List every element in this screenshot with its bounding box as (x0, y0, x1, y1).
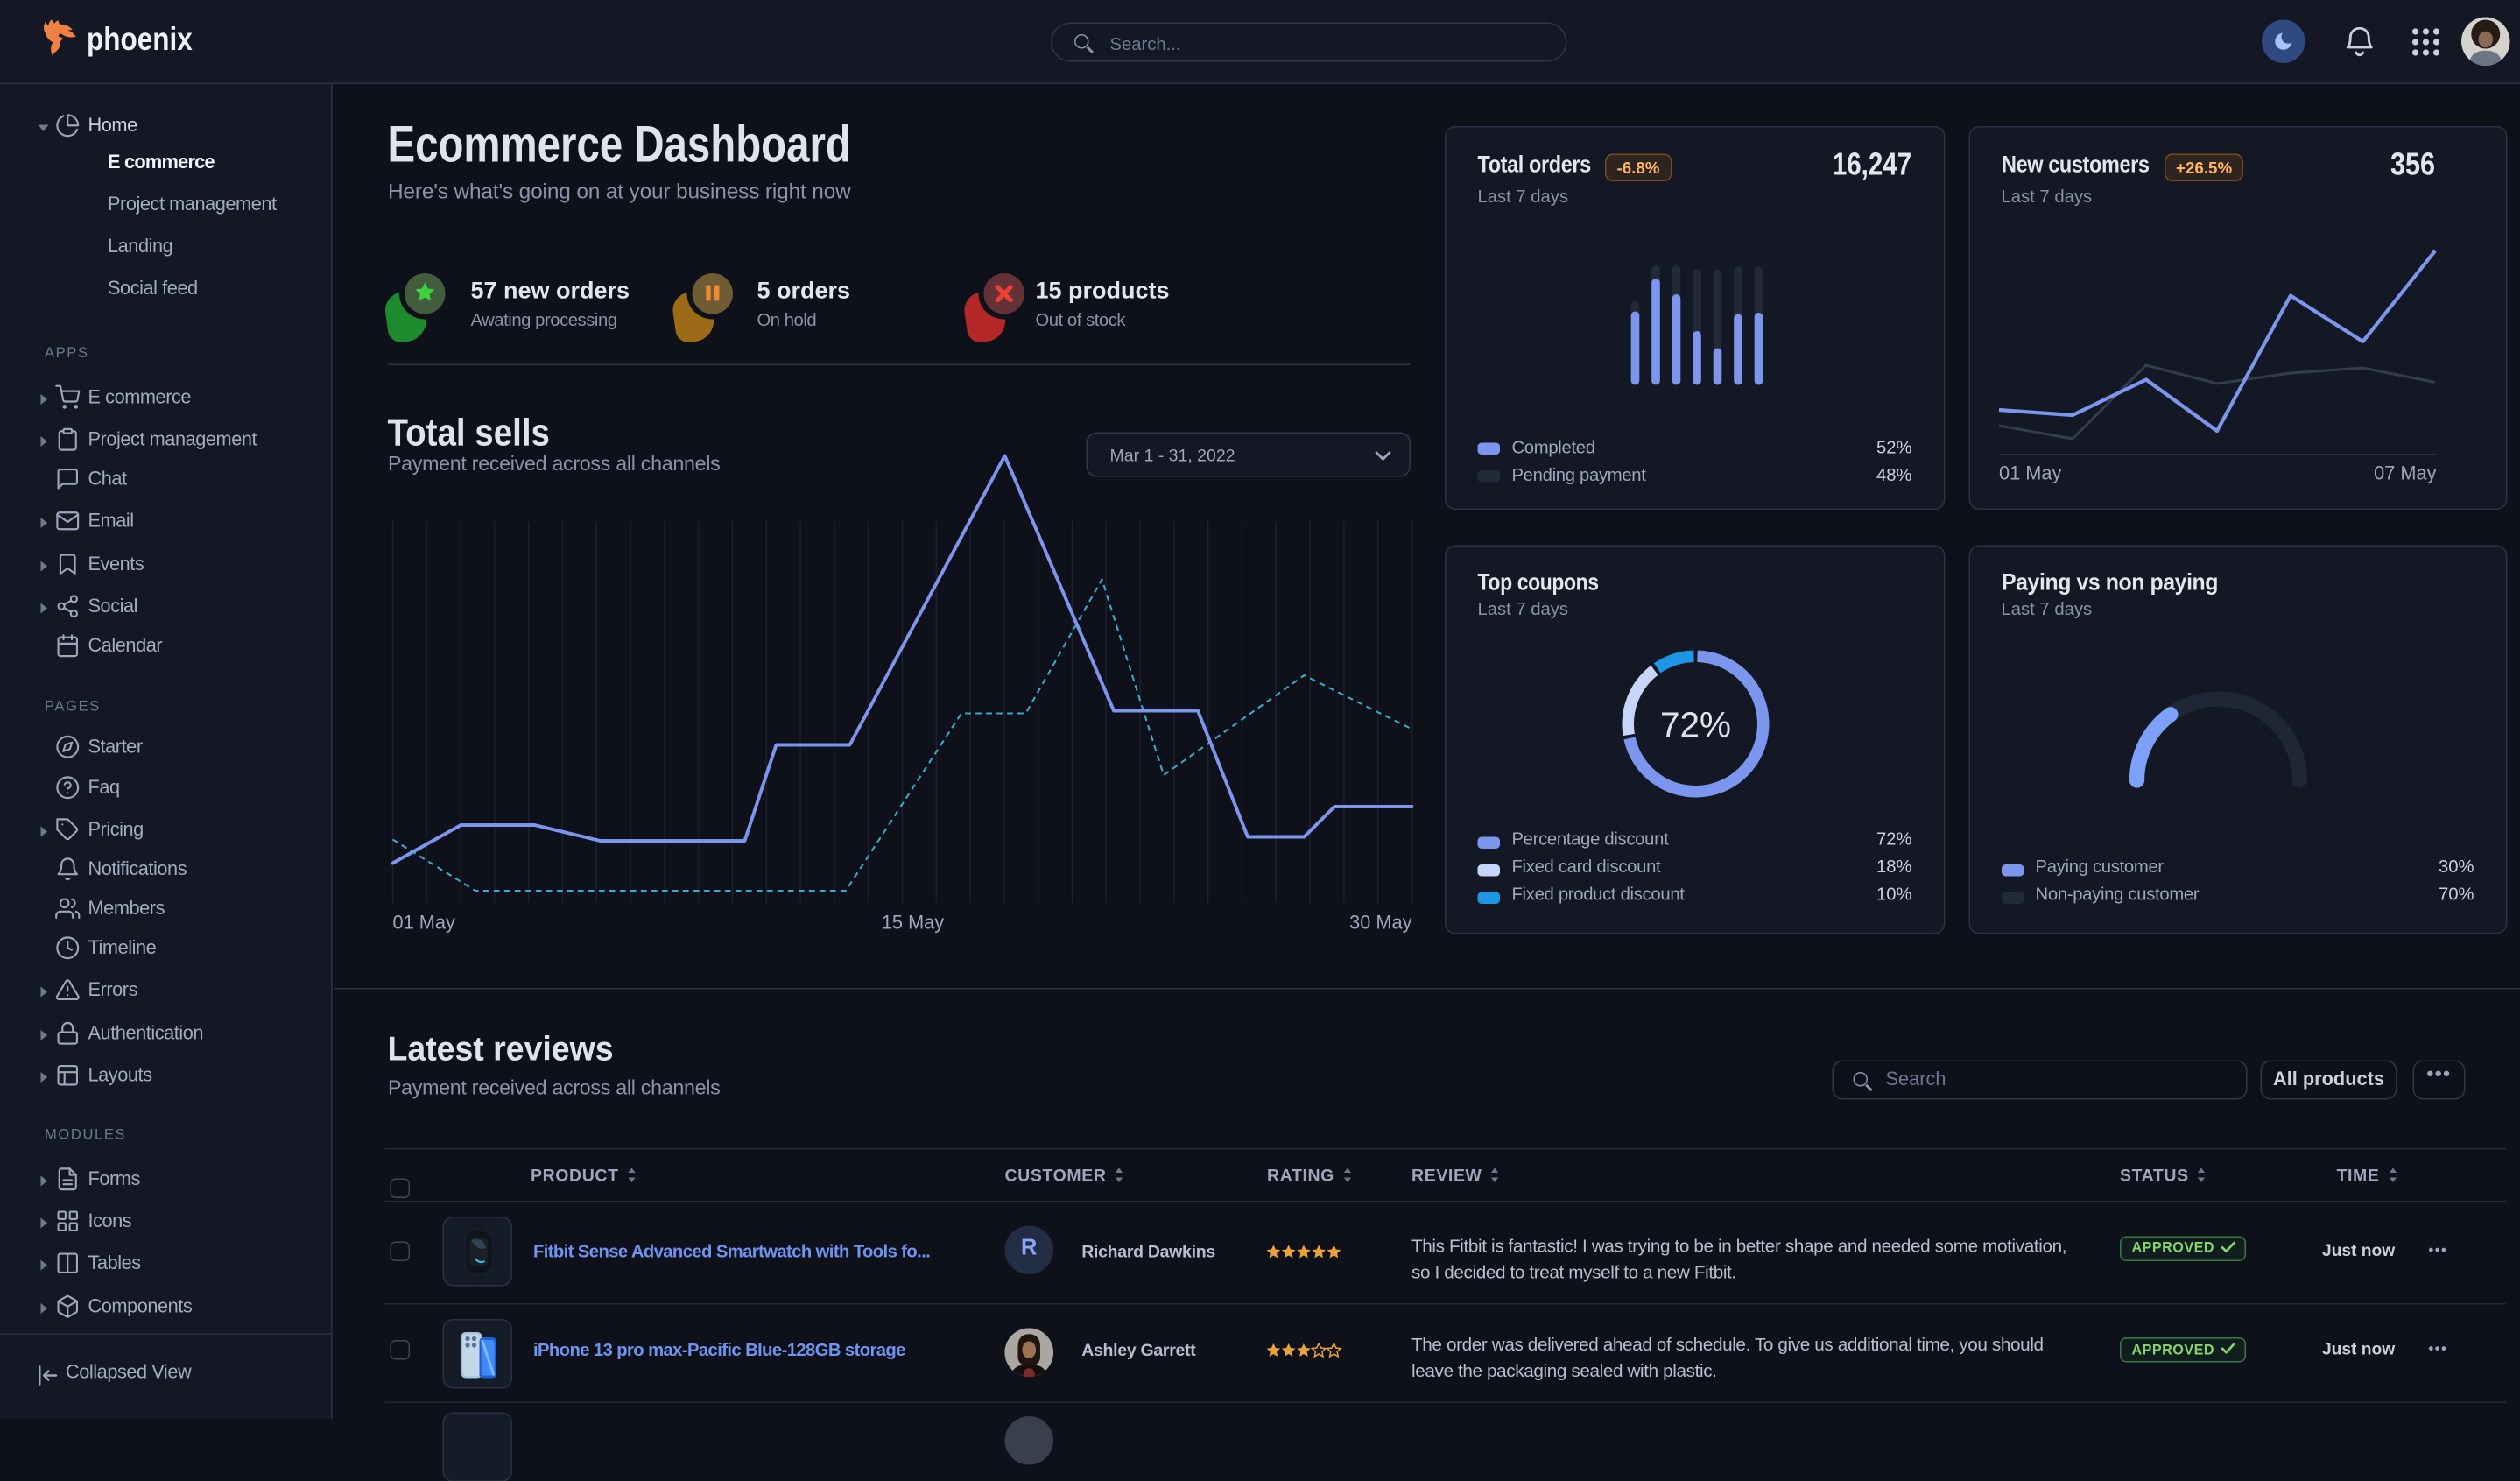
svg-text:15 May: 15 May (882, 912, 944, 934)
svg-text:01 May: 01 May (392, 912, 454, 934)
svg-text:72%: 72% (1661, 705, 1732, 745)
svg-text:07 May: 07 May (2374, 462, 2436, 484)
svg-text:01 May: 01 May (1999, 462, 2061, 484)
svg-text:30 May: 30 May (1349, 912, 1411, 934)
